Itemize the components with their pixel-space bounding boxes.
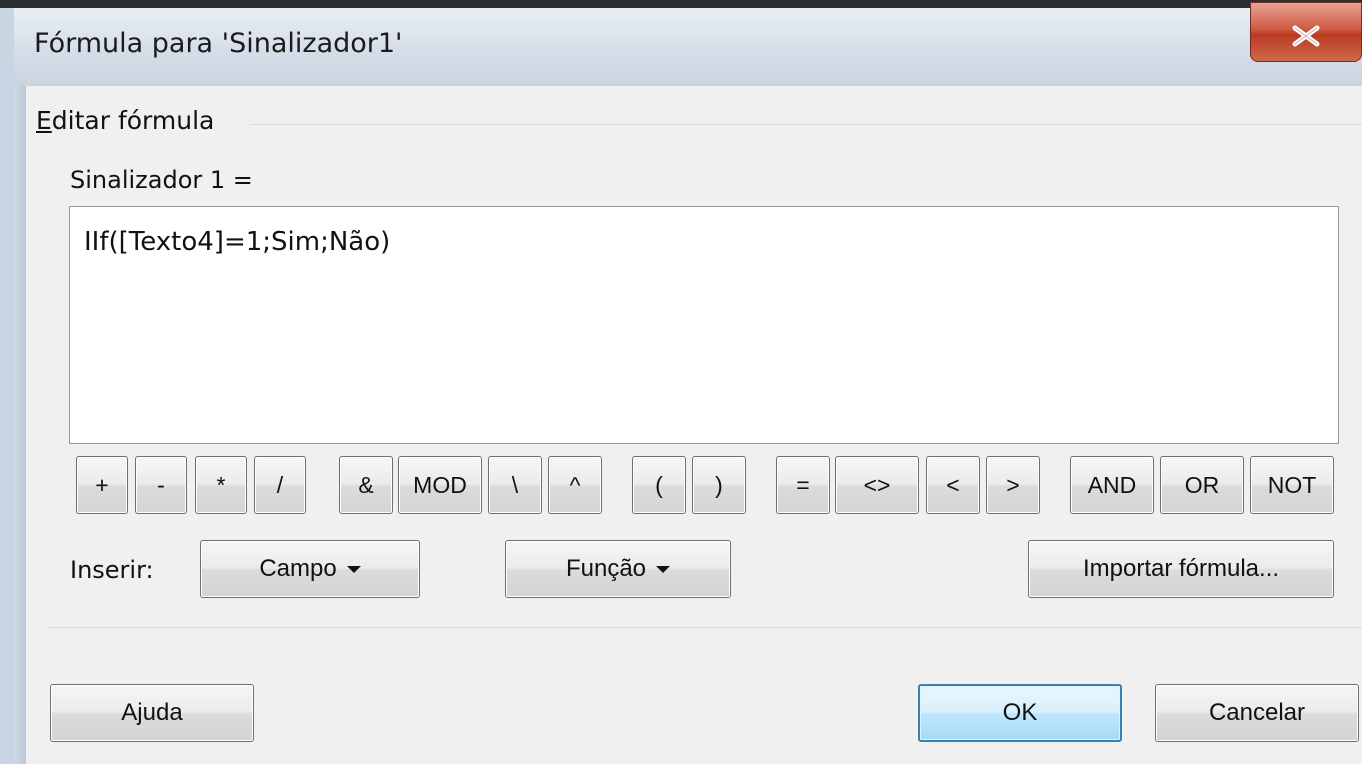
operator-greater-than-button[interactable]: > — [986, 456, 1040, 514]
operator-not-equal-button[interactable]: <> — [835, 456, 919, 514]
group-caption-edit-formula: Editar fórmula — [36, 106, 229, 135]
operator-power-button[interactable]: ^ — [548, 456, 602, 514]
operator-int-divide-button[interactable]: \ — [488, 456, 542, 514]
insert-field-button[interactable]: Campo — [200, 540, 420, 598]
help-button[interactable]: Ajuda — [50, 684, 254, 742]
group-divider — [250, 124, 1362, 125]
cancel-button[interactable]: Cancelar — [1155, 684, 1359, 742]
operator-not-button[interactable]: NOT — [1250, 456, 1334, 514]
operator-multiply-button[interactable]: * — [195, 456, 247, 514]
footer-separator — [48, 627, 1362, 628]
close-icon — [1292, 25, 1320, 47]
close-button[interactable] — [1250, 2, 1362, 62]
formula-field-label: Sinalizador 1 = — [70, 166, 253, 194]
window-frame — [14, 86, 26, 764]
formula-input[interactable]: IIf([Texto4]=1;Sim;Não) — [69, 206, 1339, 444]
operator-open-paren-button[interactable]: ( — [632, 456, 686, 514]
operator-and-button[interactable]: AND — [1070, 456, 1154, 514]
insert-field-label: Campo — [259, 555, 337, 582]
chevron-down-icon — [346, 565, 361, 573]
operator-plus-button[interactable]: + — [76, 456, 128, 514]
insert-function-label: Função — [565, 555, 647, 582]
operator-divide-button[interactable]: / — [254, 456, 306, 514]
mnemonic-letter: E — [36, 106, 52, 135]
operator-close-paren-button[interactable]: ) — [692, 456, 746, 514]
window-title: Fórmula para 'Sinalizador1' — [34, 28, 403, 59]
operator-less-than-button[interactable]: < — [926, 456, 980, 514]
chevron-down-icon — [656, 565, 671, 573]
operator-concat-button[interactable]: & — [339, 456, 393, 514]
import-formula-button[interactable]: Importar fórmula... — [1028, 540, 1334, 598]
title-bar[interactable]: Fórmula para 'Sinalizador1' — [14, 8, 1362, 86]
group-caption-text: ditar fórmula — [51, 106, 215, 135]
operator-mod-button[interactable]: MOD — [398, 456, 482, 514]
operator-equals-button[interactable]: = — [776, 456, 830, 514]
ok-button[interactable]: OK — [918, 684, 1122, 742]
operator-minus-button[interactable]: - — [135, 456, 187, 514]
insert-function-button[interactable]: Função — [505, 540, 731, 598]
insert-label: Inserir: — [70, 556, 154, 584]
operator-or-button[interactable]: OR — [1160, 456, 1244, 514]
